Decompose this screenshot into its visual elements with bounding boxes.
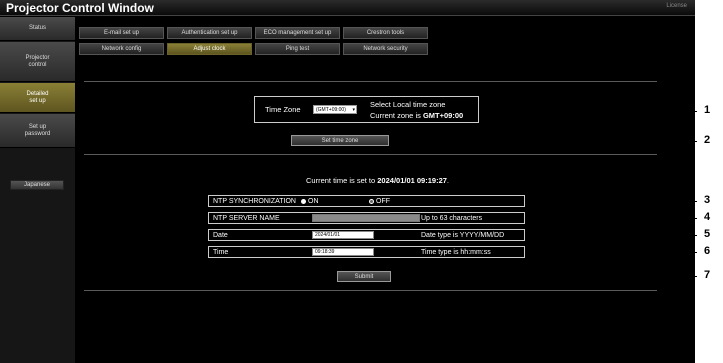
- callout-number: 7: [704, 269, 711, 281]
- current-time-text: Current time is set to 2024/01/01 09:19:…: [305, 176, 450, 185]
- timezone-select[interactable]: (GMT+09:00) ▾: [313, 105, 357, 114]
- callout-line: [525, 218, 697, 219]
- tab-authentication-setup[interactable]: Authentication set up: [167, 27, 252, 39]
- ntp-on-radio[interactable]: ON: [301, 198, 319, 205]
- tab-email-setup[interactable]: E-mail set up: [79, 27, 164, 39]
- radio-selected-icon: [301, 198, 306, 204]
- ntp-server-note: Up to 63 characters: [421, 215, 483, 222]
- tab-ping-test[interactable]: Ping test: [255, 43, 340, 55]
- ntp-server-label: NTP SERVER NAME: [213, 215, 280, 222]
- callout-line: [479, 111, 697, 112]
- window-title: Projector Control Window: [6, 1, 154, 15]
- divider: [84, 154, 657, 155]
- date-input[interactable]: 2024/01/01: [312, 231, 374, 239]
- callout-line: [525, 252, 697, 253]
- date-note: Date type is YYYY/MM/DD: [421, 232, 505, 239]
- timezone-panel: Time Zone (GMT+09:00) ▾ Select Local tim…: [254, 96, 479, 123]
- tab-network-security[interactable]: Network security: [343, 43, 428, 55]
- sidebar-item-label: Detailed set up: [26, 90, 49, 104]
- sidebar-item-detailed-setup[interactable]: Detailed set up: [0, 83, 75, 113]
- time-row: Time 09:18:39 Time type is hh:mm:ss: [208, 246, 525, 258]
- timezone-selected-value: (GMT+09:00): [316, 106, 346, 113]
- sidebar-item-projector-control[interactable]: Projector control: [0, 42, 75, 82]
- date-label: Date: [213, 232, 228, 239]
- tab-network-config[interactable]: Network config: [79, 43, 164, 55]
- sidebar-item-label: Status: [28, 25, 46, 31]
- set-time-zone-button[interactable]: Set time zone: [291, 135, 389, 146]
- callout-number: 1: [704, 104, 711, 116]
- radio-unselected-icon: [369, 198, 374, 204]
- sidebar-item-label: Projector control: [25, 54, 50, 68]
- callout-line: [389, 141, 697, 142]
- sidebar-item-label: Set up password: [24, 123, 51, 137]
- sidebar-item-status[interactable]: Status: [0, 17, 75, 41]
- date-row: Date 2024/01/01 Date type is YYYY/MM/DD: [208, 229, 525, 241]
- timezone-instruction: Select Local time zone: [370, 100, 446, 109]
- app-window: Projector Control Window License Status …: [0, 0, 695, 363]
- timezone-label: Time Zone: [265, 105, 301, 114]
- ntp-sync-row: NTP SYNCHRONIZATION ON OFF: [208, 195, 525, 207]
- callout-number: 4: [704, 211, 711, 223]
- divider: [84, 81, 657, 82]
- current-zone-text: Current zone is GMT+09:00: [370, 111, 464, 120]
- time-input[interactable]: 09:18:39: [312, 248, 374, 256]
- title-bar: Projector Control Window License: [0, 0, 695, 16]
- submit-button[interactable]: Submit: [337, 271, 391, 282]
- callout-number: 3: [704, 194, 711, 206]
- tab-adjust-clock[interactable]: Adjust clock: [167, 43, 252, 55]
- time-note: Time type is hh:mm:ss: [421, 249, 491, 256]
- sidebar-item-setup-password[interactable]: Set up password: [0, 114, 75, 148]
- ntp-sync-label: NTP SYNCHRONIZATION: [213, 198, 296, 205]
- callout-number: 6: [704, 245, 711, 257]
- sidebar: Status Projector control Detailed set up…: [0, 17, 75, 363]
- chevron-down-icon: ▾: [352, 107, 355, 113]
- callout-number: 2: [704, 134, 711, 146]
- time-label: Time: [213, 249, 229, 256]
- license-link[interactable]: License: [666, 3, 687, 9]
- ntp-server-row: NTP SERVER NAME Up to 63 characters: [208, 212, 525, 224]
- ntp-off-radio[interactable]: OFF: [369, 198, 390, 205]
- tab-eco-management-setup[interactable]: ECO management set up: [255, 27, 340, 39]
- divider: [84, 290, 657, 291]
- current-time-value: 2024/01/01 09:19:27: [377, 176, 447, 185]
- callout-number: 5: [704, 228, 711, 240]
- tab-crestron-tools[interactable]: Crestron tools: [343, 27, 428, 39]
- ntp-server-input[interactable]: [312, 214, 420, 222]
- callout-line: [525, 235, 697, 236]
- current-zone-value: GMT+09:00: [422, 111, 464, 120]
- callout-line: [391, 276, 697, 277]
- callout-line: [525, 201, 697, 202]
